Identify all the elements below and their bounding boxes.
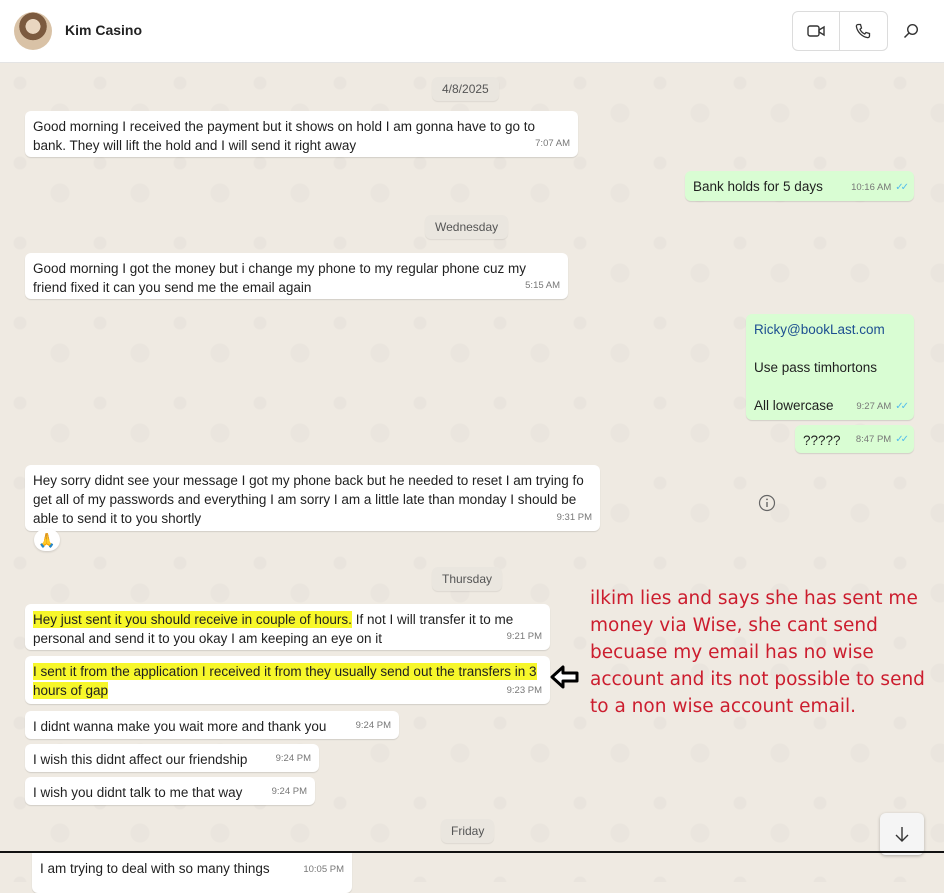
incoming-message[interactable]: Good morning I got the money but i chang… (25, 253, 568, 299)
message-text: ????? (803, 433, 841, 448)
message-text: I didnt wanna make you wait more and tha… (33, 719, 327, 734)
message-text: I wish you didnt talk to me that way (33, 785, 243, 800)
chat-area[interactable]: 4/8/2025 Good morning I received the pay… (0, 63, 944, 882)
incoming-message[interactable]: I wish you didnt talk to me that way 9:2… (25, 777, 315, 805)
incoming-message[interactable]: Hey just sent it you should receive in c… (25, 604, 550, 650)
video-call-button[interactable] (793, 12, 839, 50)
call-button-group (792, 11, 888, 51)
search-button[interactable] (896, 16, 926, 46)
message-time: 9:31 PM (556, 512, 592, 523)
message-time: 5:15 AM (525, 280, 560, 291)
contact-name[interactable]: Kim Casino (65, 22, 142, 38)
message-text: I wish this didnt affect our friendship (33, 752, 248, 767)
message-text: Hey sorry didnt see your message I got m… (33, 473, 584, 526)
message-time: 9:23 PM (506, 685, 542, 696)
info-icon[interactable] (758, 494, 776, 512)
incoming-message[interactable]: I am trying to deal with so many things … (32, 853, 352, 893)
message-time: 7:07 AM (535, 138, 570, 149)
message-text: Good morning I got the money but i chang… (33, 261, 527, 295)
reaction-emoji[interactable]: 🙏 (34, 529, 60, 551)
incoming-message[interactable]: I wish this didnt affect our friendship … (25, 744, 319, 772)
email-link[interactable]: Ricky@bookLast.com (754, 320, 906, 339)
message-time: 9:24 PM (271, 786, 307, 797)
read-ticks-icon: ✓✓ (895, 434, 909, 445)
message-text: Use pass timhortons (754, 360, 878, 375)
message-text: Good morning I received the payment but … (33, 119, 536, 153)
date-separator: Friday (441, 819, 495, 843)
incoming-message[interactable]: Good morning I received the payment but … (25, 111, 578, 157)
message-time: 10:05 PM (303, 864, 344, 875)
outgoing-message[interactable]: ????? 8:47 PM ✓✓ (795, 425, 914, 453)
message-time: 9:24 PM (355, 720, 391, 731)
message-text: Bank holds for 5 days (693, 179, 823, 194)
read-ticks-icon: ✓✓ (895, 401, 909, 412)
contact-avatar[interactable] (14, 12, 52, 50)
chat-header: Kim Casino (0, 0, 944, 63)
incoming-message[interactable]: I didnt wanna make you wait more and tha… (25, 711, 399, 739)
date-separator: 4/8/2025 (432, 77, 499, 101)
annotation-text: ilkim lies and says she has sent me mone… (590, 588, 925, 717)
video-camera-icon (807, 25, 825, 37)
highlighted-text: Hey just sent it you should receive in c… (33, 611, 352, 628)
left-arrow-icon (550, 665, 579, 689)
outgoing-message[interactable]: Ricky@bookLast.com Use pass timhortons A… (746, 314, 914, 420)
message-time: 9:21 PM (506, 631, 542, 642)
message-time: 9:27 AM (856, 401, 892, 412)
search-icon (903, 23, 919, 39)
message-text: I am trying to deal with so many things (40, 861, 270, 876)
message-time: 10:16 AM (851, 182, 892, 193)
incoming-message[interactable]: I sent it from the application I receive… (25, 656, 550, 704)
date-separator: Thursday (432, 567, 503, 591)
incoming-message[interactable]: Hey sorry didnt see your message I got m… (25, 465, 600, 531)
arrow-down-icon (895, 827, 909, 842)
outgoing-message[interactable]: Bank holds for 5 days 10:16 AM ✓✓ (685, 171, 914, 201)
scroll-to-bottom-button[interactable] (880, 813, 924, 855)
date-separator: Wednesday (425, 215, 509, 239)
phone-icon (855, 23, 871, 39)
message-time: 9:24 PM (275, 753, 311, 764)
read-ticks-icon: ✓✓ (895, 182, 909, 193)
voice-call-button[interactable] (840, 12, 886, 50)
message-time: 8:47 PM (855, 434, 892, 445)
highlighted-text: I sent it from the application I receive… (33, 663, 537, 699)
